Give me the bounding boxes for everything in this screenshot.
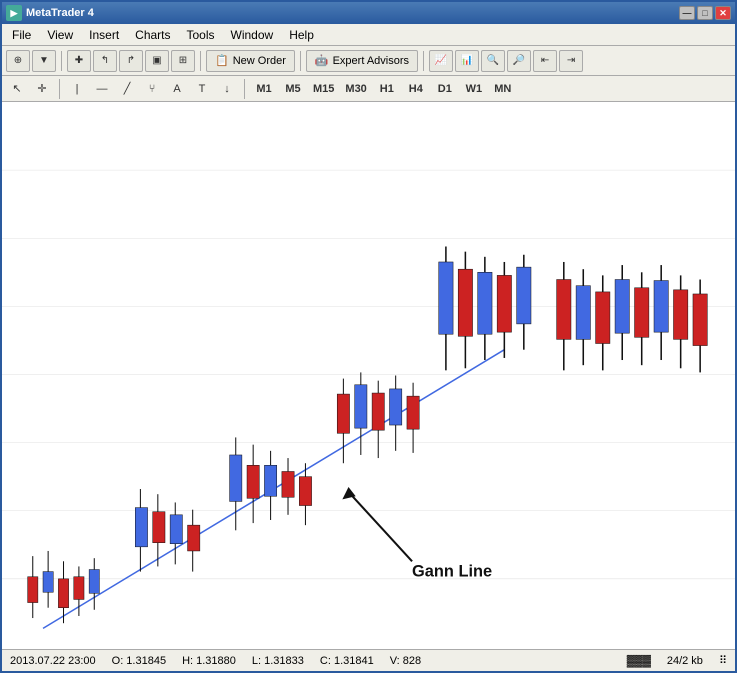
crosshair-tool[interactable]: ✛ xyxy=(31,79,53,99)
label-tool[interactable]: T xyxy=(191,79,213,99)
main-window: ▶ MetaTrader 4 — □ ✕ File View Insert Ch… xyxy=(0,0,737,673)
title-bar-left: ▶ MetaTrader 4 xyxy=(6,5,94,21)
status-volume: V: 828 xyxy=(390,655,421,667)
menu-window[interactable]: Window xyxy=(223,26,282,44)
app-icon: ▶ xyxy=(6,5,22,21)
sep-1 xyxy=(61,51,62,71)
trendline-tool[interactable]: ╱ xyxy=(116,79,138,99)
menu-insert[interactable]: Insert xyxy=(81,26,127,44)
tf-m15[interactable]: M15 xyxy=(309,79,338,99)
title-bar-text: MetaTrader 4 xyxy=(26,7,94,19)
status-close: C: 1.31841 xyxy=(320,655,374,667)
tf-m5[interactable]: M5 xyxy=(280,79,306,99)
toolbar-row-1: ⊕ ▼ ✚ ↰ ↱ ▣ ⊞ 📋 New Order 🤖 Expert Advis… xyxy=(2,46,735,76)
toolbar-btn-5[interactable]: ↱ xyxy=(119,50,143,72)
minimize-button[interactable]: — xyxy=(679,6,695,20)
horizontal-line-tool[interactable]: — xyxy=(91,79,113,99)
status-datetime: 2013.07.22 23:00 xyxy=(10,655,96,667)
sep-t1 xyxy=(59,79,60,99)
toolbar-btn-11[interactable]: 🔎 xyxy=(507,50,531,72)
gann-line-label: Gann Line xyxy=(412,563,492,581)
toolbar-btn-9[interactable]: 📊 xyxy=(455,50,479,72)
toolbar-btn-7[interactable]: ⊞ xyxy=(171,50,195,72)
sep-2 xyxy=(200,51,201,71)
new-order-button[interactable]: 📋 New Order xyxy=(206,50,295,72)
sep-t2 xyxy=(244,79,245,99)
text-tool[interactable]: A xyxy=(166,79,188,99)
toolbar-btn-1[interactable]: ⊕ xyxy=(6,50,30,72)
menu-file[interactable]: File xyxy=(4,26,39,44)
status-resize-icon: ⠿ xyxy=(719,654,727,667)
expert-advisors-button[interactable]: 🤖 Expert Advisors xyxy=(306,50,418,72)
toolbar-btn-12[interactable]: ⇤ xyxy=(533,50,557,72)
sep-4 xyxy=(423,51,424,71)
new-order-icon: 📋 xyxy=(215,54,229,67)
tf-m30[interactable]: M30 xyxy=(341,79,370,99)
menu-help[interactable]: Help xyxy=(281,26,322,44)
toolbar-row-2: ↖ ✛ | — ╱ ⑂ A T ↓ M1 M5 M15 M30 H1 H4 D1… xyxy=(2,76,735,102)
chart-svg: Gann Line xyxy=(2,102,735,649)
cursor-tool[interactable]: ↖ xyxy=(6,79,28,99)
new-order-label: New Order xyxy=(233,55,286,67)
pitchfork-tool[interactable]: ⑂ xyxy=(141,79,163,99)
expert-icon: 🤖 xyxy=(315,54,329,67)
maximize-button[interactable]: □ xyxy=(697,6,713,20)
toolbar-btn-2[interactable]: ▼ xyxy=(32,50,56,72)
tf-m1[interactable]: M1 xyxy=(251,79,277,99)
close-button[interactable]: ✕ xyxy=(715,6,731,20)
chart-area[interactable]: Gann Line xyxy=(2,102,735,649)
toolbar-btn-8[interactable]: 📈 xyxy=(429,50,453,72)
arrow-tool[interactable]: ↓ xyxy=(216,79,238,99)
sep-3 xyxy=(300,51,301,71)
status-open: O: 1.31845 xyxy=(112,655,166,667)
tf-w1[interactable]: W1 xyxy=(461,79,487,99)
tf-d1[interactable]: D1 xyxy=(432,79,458,99)
menu-bar: File View Insert Charts Tools Window Hel… xyxy=(2,24,735,46)
toolbar-btn-6[interactable]: ▣ xyxy=(145,50,169,72)
title-bar: ▶ MetaTrader 4 — □ ✕ xyxy=(2,2,735,24)
status-bar: 2013.07.22 23:00 O: 1.31845 H: 1.31880 L… xyxy=(2,649,735,671)
vertical-line-tool[interactable]: | xyxy=(66,79,88,99)
toolbar-btn-13[interactable]: ⇥ xyxy=(559,50,583,72)
menu-charts[interactable]: Charts xyxy=(127,26,178,44)
menu-view[interactable]: View xyxy=(39,26,81,44)
toolbar-btn-3[interactable]: ✚ xyxy=(67,50,91,72)
tf-h1[interactable]: H1 xyxy=(374,79,400,99)
menu-tools[interactable]: Tools xyxy=(179,26,223,44)
status-filesize: 24/2 kb xyxy=(667,655,703,667)
toolbar-btn-10[interactable]: 🔍 xyxy=(481,50,505,72)
tf-mn[interactable]: MN xyxy=(490,79,516,99)
status-bars-icon: ▓▓▓ xyxy=(627,655,651,667)
expert-label: Expert Advisors xyxy=(333,55,409,67)
tf-h4[interactable]: H4 xyxy=(403,79,429,99)
toolbar-btn-4[interactable]: ↰ xyxy=(93,50,117,72)
status-low: L: 1.31833 xyxy=(252,655,304,667)
status-high: H: 1.31880 xyxy=(182,655,236,667)
title-bar-controls: — □ ✕ xyxy=(679,6,731,20)
